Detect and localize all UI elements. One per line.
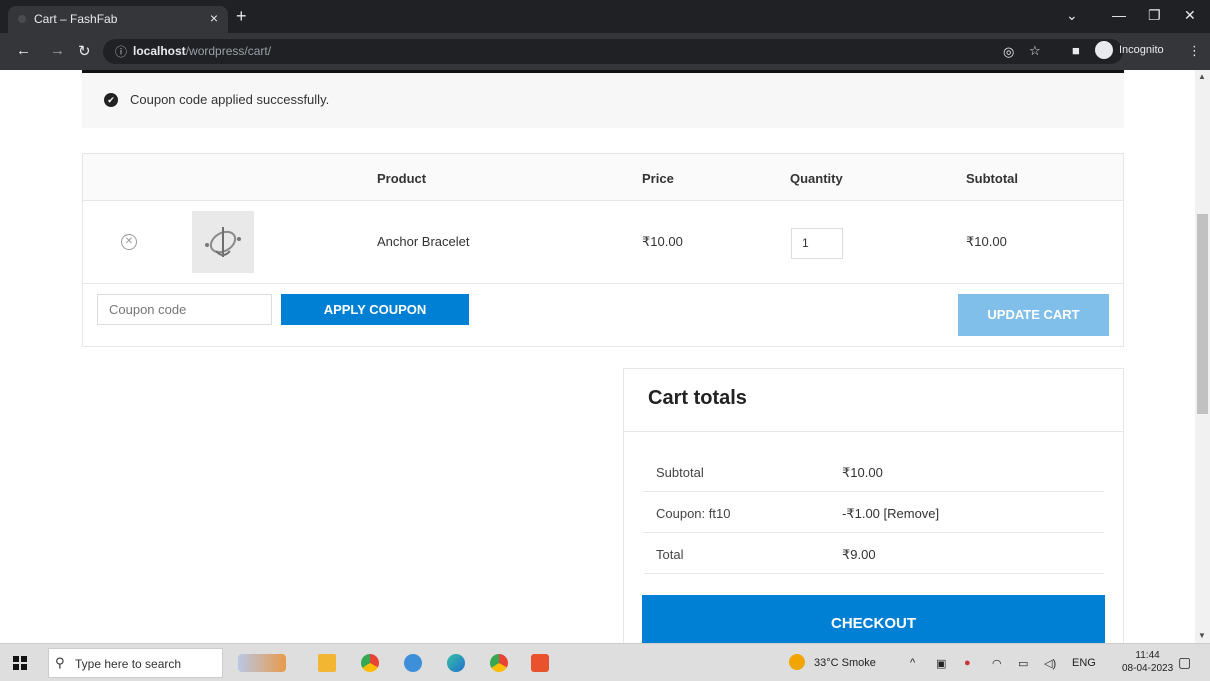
coupon-label: Coupon: ft10 [656, 506, 731, 521]
success-notice: ✔ Coupon code applied successfully. [82, 70, 1124, 128]
windows-start-icon[interactable] [13, 656, 27, 670]
cart-item-row: ✕ Anchor Bracelet ₹10.00 1 ₹10.00 [83, 201, 1123, 284]
windows-taskbar: ⚲ Type here to search 33°C Smoke ^ ▣ ● ◠… [0, 643, 1210, 681]
restore-icon[interactable]: ❐ [1148, 7, 1161, 24]
header-quantity: Quantity [790, 171, 843, 186]
total-label: Total [656, 547, 684, 562]
forward-icon[interactable]: → [50, 42, 65, 59]
scroll-down-arrow-icon[interactable]: ▼ [1198, 631, 1206, 640]
site-info-icon[interactable]: ⓘ [115, 43, 127, 60]
tracking-eye-off-icon[interactable]: ◎ [1003, 44, 1014, 60]
cart-actions: Coupon code APPLY COUPON UPDATE CART [83, 284, 1123, 346]
edge-icon[interactable] [447, 654, 465, 672]
taskbar-clock[interactable]: 11:44 08-04-2023 [1122, 649, 1173, 675]
tab-search-icon[interactable]: ⌄ [1066, 7, 1078, 24]
remove-item-icon[interactable]: ✕ [121, 234, 137, 250]
incognito-label: Incognito [1119, 43, 1164, 56]
bracelet-image-icon [205, 227, 241, 257]
wifi-icon[interactable]: ◠ [992, 657, 1002, 670]
close-window-icon[interactable]: ✕ [1184, 7, 1196, 24]
page-scrollbar[interactable]: ▲ ▼ [1195, 70, 1210, 643]
product-name-link[interactable]: Anchor Bracelet [377, 234, 470, 249]
total-value: ₹9.00 [842, 547, 876, 562]
url-text: localhost/wordpress/cart/ [133, 44, 272, 58]
header-product: Product [377, 171, 427, 186]
header-subtotal: Subtotal [966, 171, 1018, 186]
new-tab-button[interactable]: + [236, 6, 247, 27]
weather-sun-icon[interactable] [789, 654, 805, 670]
divider [624, 431, 1123, 432]
browser-tab[interactable]: Cart – FashFab × [8, 6, 228, 33]
chrome-icon[interactable] [361, 654, 379, 672]
tray-security-icon[interactable]: ● [964, 657, 971, 669]
coupon-value-remove-link[interactable]: -₹1.00 [Remove] [842, 506, 939, 522]
cart-totals-title: Cart totals [648, 387, 747, 409]
quantity-input[interactable]: 1 [791, 228, 843, 259]
back-icon[interactable]: ← [16, 42, 31, 59]
cart-table: Product Price Quantity Subtotal ✕ Anchor… [82, 153, 1124, 347]
scrollbar-thumb[interactable] [1197, 214, 1208, 414]
side-panel-icon[interactable]: ■ [1072, 43, 1080, 58]
chrome-icon-2[interactable] [490, 654, 508, 672]
xampp-icon[interactable] [531, 654, 549, 672]
search-placeholder: Type here to search [75, 657, 182, 671]
product-price: ₹10.00 [642, 234, 683, 249]
clock-date: 08-04-2023 [1122, 663, 1174, 674]
language-indicator[interactable]: ENG [1072, 657, 1096, 669]
tab-title: Cart – FashFab [34, 12, 118, 26]
internet-explorer-icon[interactable] [404, 654, 422, 672]
incognito-indicator[interactable]: Incognito [1095, 41, 1164, 63]
menu-kebab-icon[interactable]: ⋮ [1188, 43, 1201, 59]
totals-row-total: Total ₹9.00 [644, 533, 1104, 574]
cart-table-header: Product Price Quantity Subtotal [83, 154, 1123, 201]
incognito-icon [1095, 41, 1113, 59]
scroll-up-arrow-icon[interactable]: ▲ [1198, 72, 1206, 81]
notifications-icon[interactable]: ▢ [1178, 654, 1191, 671]
tab-close-icon[interactable]: × [210, 10, 218, 26]
browser-toolbar: ← → ↻ ⓘ localhost/wordpress/cart/ ◎ ☆ ■ … [0, 33, 1210, 70]
volume-icon[interactable]: ◁) [1044, 657, 1056, 670]
cart-totals-panel: Cart totals Subtotal ₹10.00 Coupon: ft10… [623, 368, 1124, 643]
reload-icon[interactable]: ↻ [78, 42, 91, 60]
update-cart-button[interactable]: UPDATE CART [958, 294, 1109, 336]
header-price: Price [642, 171, 674, 186]
apply-coupon-button[interactable]: APPLY COUPON [281, 294, 469, 325]
checkout-button[interactable]: CHECKOUT [642, 595, 1105, 643]
browser-tab-bar: Cart – FashFab × + ⌄ — ❐ ✕ [0, 0, 1210, 33]
tab-favicon-icon [18, 15, 26, 23]
totals-row-coupon: Coupon: ft10 -₹1.00 [Remove] [644, 492, 1104, 533]
coupon-code-input[interactable]: Coupon code [97, 294, 272, 325]
page-content: ✔ Coupon code applied successfully. Prod… [0, 70, 1195, 643]
tray-app-icon[interactable]: ▣ [936, 657, 946, 670]
bookmark-star-icon[interactable]: ☆ [1029, 43, 1041, 59]
totals-row-subtotal: Subtotal ₹10.00 [644, 451, 1104, 492]
product-subtotal: ₹10.00 [966, 234, 1007, 249]
minimize-icon[interactable]: — [1112, 7, 1126, 23]
tray-chevron-up-icon[interactable]: ^ [910, 657, 915, 669]
clock-time: 11:44 [1135, 650, 1160, 661]
taskbar-search-box[interactable]: ⚲ Type here to search [48, 648, 223, 678]
weather-text[interactable]: 33°C Smoke [814, 657, 876, 669]
check-circle-icon: ✔ [104, 93, 118, 107]
search-icon: ⚲ [55, 655, 65, 670]
notice-message: Coupon code applied successfully. [130, 92, 330, 107]
battery-icon[interactable]: ▭ [1018, 657, 1028, 670]
search-highlight-icon[interactable] [238, 654, 286, 672]
subtotal-value: ₹10.00 [842, 465, 883, 480]
subtotal-label: Subtotal [656, 465, 704, 480]
product-thumbnail[interactable] [192, 211, 254, 273]
address-bar[interactable]: ⓘ localhost/wordpress/cart/ ◎ ☆ [103, 39, 1123, 64]
file-explorer-icon[interactable] [318, 654, 336, 672]
